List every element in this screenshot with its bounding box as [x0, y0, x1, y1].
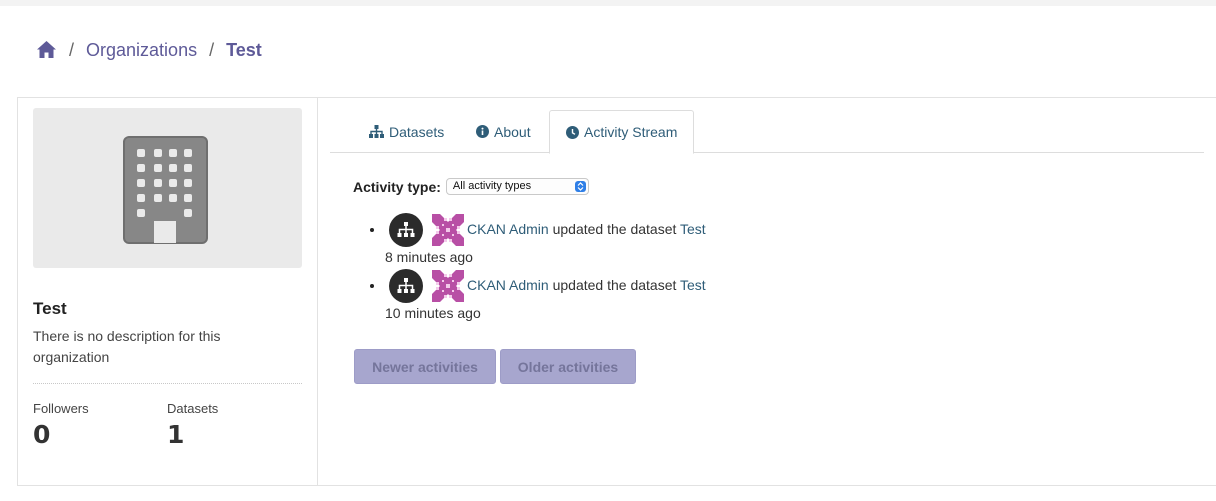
- organization-description: There is no description for this organiz…: [33, 328, 221, 365]
- actor-link[interactable]: CKAN Admin: [467, 221, 549, 237]
- actor-link[interactable]: CKAN Admin: [467, 277, 549, 293]
- tab-datasets[interactable]: Datasets: [353, 110, 460, 153]
- activity-action: updated the dataset: [552, 277, 677, 293]
- dataset-activity-icon: [389, 269, 423, 303]
- select-arrows-icon: [574, 181, 586, 192]
- organization-name: Test: [33, 299, 67, 318]
- activity-type-value: All activity types: [452, 180, 532, 192]
- top-strip: [0, 0, 1216, 6]
- dataset-activity-icon: [389, 213, 423, 247]
- activity-action: updated the dataset: [552, 221, 677, 237]
- tab-activity-stream[interactable]: Activity Stream: [549, 110, 695, 154]
- activity-type-label: Activity type:: [353, 178, 441, 195]
- sidebar-divider: [317, 97, 318, 486]
- breadcrumb-organizations-link[interactable]: Organizations: [86, 40, 197, 61]
- followers-stat: Followers 0: [33, 401, 89, 449]
- activity-filter: Activity type: All activity types: [353, 178, 589, 195]
- datasets-count: 1: [167, 420, 185, 449]
- user-avatar-icon[interactable]: [432, 270, 464, 302]
- activity-text: CKAN Admin updated the dataset Test: [467, 277, 706, 293]
- dataset-link[interactable]: Test: [680, 221, 706, 237]
- breadcrumb-separator: /: [209, 39, 215, 60]
- breadcrumb-separator: /: [69, 39, 75, 60]
- list-bullet: [370, 228, 374, 232]
- sitemap-icon: [369, 125, 384, 138]
- organization-image[interactable]: [33, 108, 302, 268]
- activity-type-select[interactable]: All activity types: [445, 178, 589, 195]
- tab-bar: Datasets About Activity Stream: [330, 110, 1204, 154]
- building-icon: [123, 136, 208, 244]
- sidebar-rule: [33, 383, 302, 384]
- tab-about-label: About: [494, 123, 531, 140]
- home-icon[interactable]: [36, 40, 57, 60]
- datasets-label: Datasets: [167, 401, 219, 416]
- tab-activity-stream-label: Activity Stream: [584, 124, 678, 140]
- followers-count: 0: [33, 420, 51, 449]
- datasets-stat: Datasets 1: [167, 401, 218, 449]
- newer-activities-button[interactable]: Newer activities: [354, 349, 496, 384]
- activity-timestamp: 10 minutes ago: [385, 305, 481, 321]
- clock-icon: [566, 125, 579, 139]
- tab-about[interactable]: About: [460, 110, 547, 153]
- breadcrumb: / Organizations / Test: [36, 36, 262, 64]
- followers-label: Followers: [33, 401, 89, 416]
- dataset-link[interactable]: Test: [680, 277, 706, 293]
- user-avatar-icon[interactable]: [432, 214, 464, 246]
- activity-item: CKAN Admin updated the dataset Test 8 mi…: [370, 213, 870, 273]
- breadcrumb-current[interactable]: Test: [226, 40, 262, 61]
- tab-datasets-label: Datasets: [389, 123, 445, 140]
- activity-item: CKAN Admin updated the dataset Test 10 m…: [370, 269, 870, 329]
- info-circle-icon: [476, 125, 489, 138]
- older-activities-button[interactable]: Older activities: [500, 349, 636, 384]
- list-bullet: [370, 284, 374, 288]
- activity-text: CKAN Admin updated the dataset Test: [467, 221, 706, 237]
- activity-timestamp: 8 minutes ago: [385, 249, 473, 265]
